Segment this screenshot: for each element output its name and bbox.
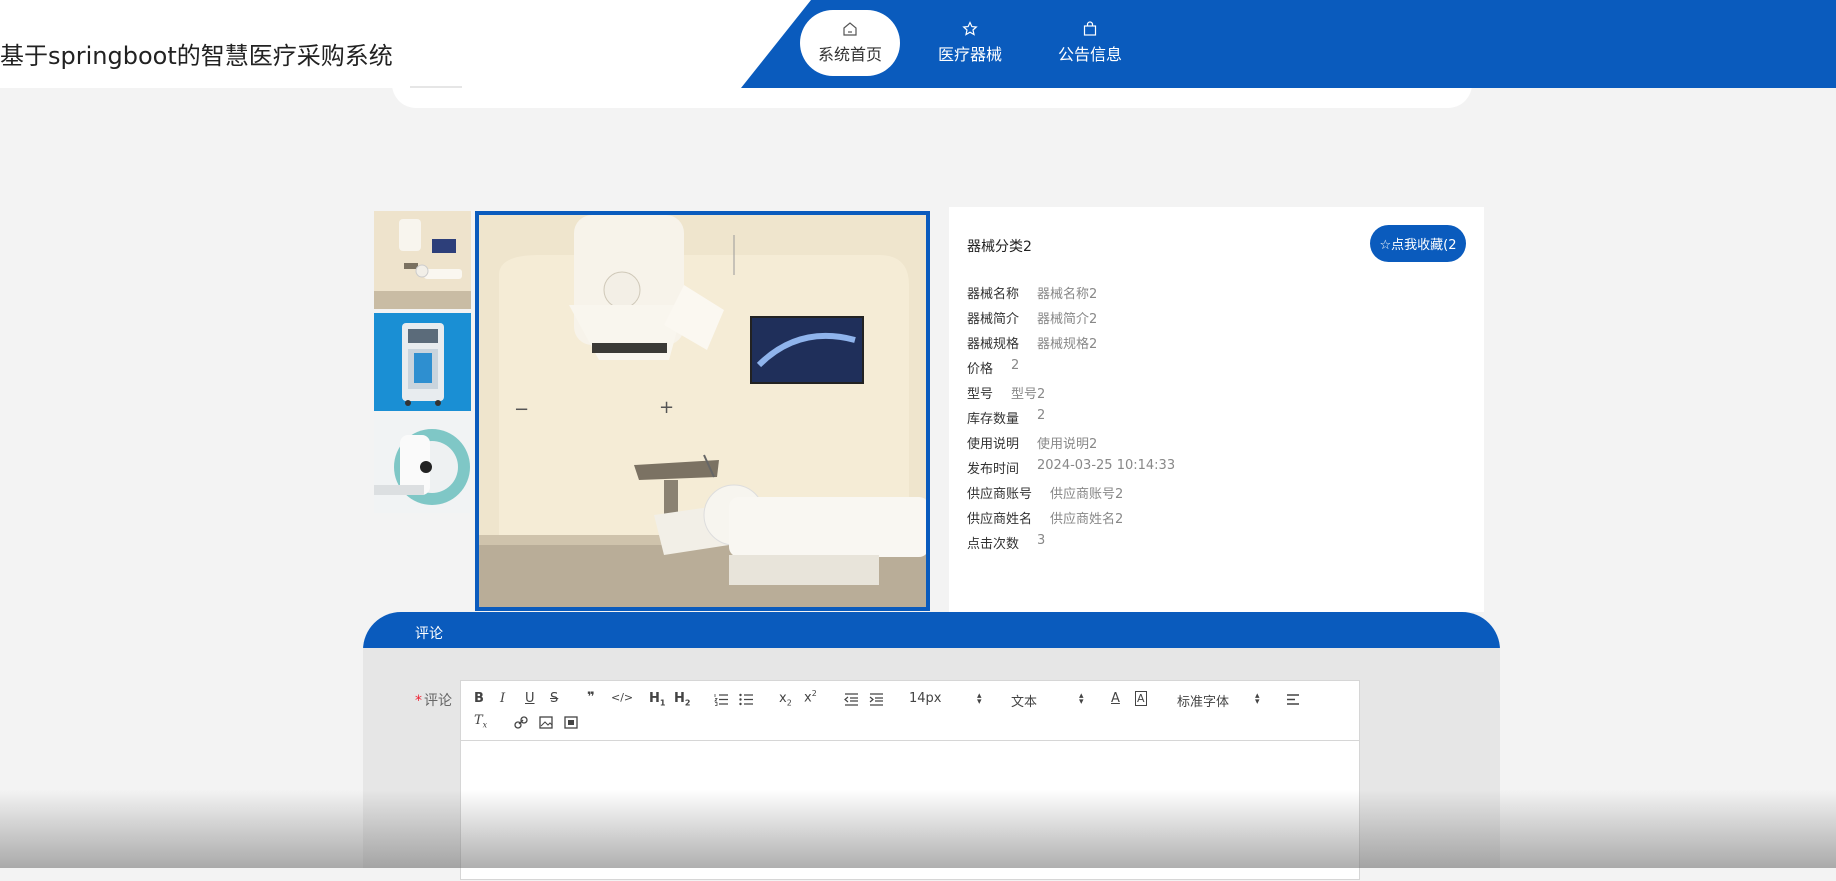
ordered-list-icon[interactable] <box>714 693 728 706</box>
image-icon[interactable] <box>539 716 553 729</box>
header-type-picker[interactable]: 文本 ▴ ▾ <box>1011 691 1091 711</box>
rich-text-editor: B I U S ❞ </> H1 H2 x2 x2 14px ▴ ▾ 文本 ▴ … <box>460 680 1360 880</box>
video-icon[interactable] <box>564 716 578 729</box>
subscript-button[interactable]: x2 <box>779 691 792 708</box>
nav-item-medical-devices[interactable]: 医疗器械 <box>920 10 1020 76</box>
nav-item-label: 医疗器械 <box>937 45 1002 64</box>
code-block-button[interactable]: </> <box>611 691 633 704</box>
site-title: 基于springboot的智慧医疗采购系统 <box>0 42 393 70</box>
field-supplier-account: 供应商账号 供应商账号2 <box>967 483 1175 508</box>
field-key: 器械简介 <box>967 312 1020 327</box>
field-value: 使用说明2 <box>1037 437 1098 452</box>
field-key: 使用说明 <box>967 437 1020 452</box>
bold-button[interactable]: B <box>474 691 484 706</box>
header-type-value: 文本 <box>1011 695 1038 710</box>
product-main-image[interactable]: − + <box>475 211 930 611</box>
header-1-button[interactable]: H1 <box>649 691 665 708</box>
underline-button[interactable]: U <box>525 691 535 706</box>
comment-label-text: 评论 <box>424 693 452 709</box>
superscript-button[interactable]: x2 <box>804 689 817 705</box>
nav-item-label: 系统首页 <box>817 45 882 64</box>
product-info-panel: 器械分类2 ☆点我收藏(2 器械名称 器械名称2 器械简介 器械简介2 器械规格… <box>949 207 1484 612</box>
comment-section-title: 评论 <box>415 626 443 642</box>
field-key: 发布时间 <box>967 462 1020 477</box>
field-key: 器械名称 <box>967 287 1020 302</box>
field-key: 供应商账号 <box>967 487 1033 502</box>
indent-icon[interactable] <box>869 693 883 706</box>
field-supplier-name: 供应商姓名 供应商姓名2 <box>967 508 1175 533</box>
strikethrough-button[interactable]: S <box>550 691 558 706</box>
field-key: 价格 <box>967 362 994 377</box>
field-stock: 库存数量 2 <box>967 408 1175 433</box>
font-size-picker[interactable]: 14px ▴ ▾ <box>909 691 989 707</box>
outdent-icon[interactable] <box>844 693 858 706</box>
link-icon[interactable] <box>514 716 528 729</box>
svg-text:−: − <box>514 399 529 420</box>
thumbnail-radiotherapy-room[interactable] <box>374 211 471 309</box>
product-category: 器械分类2 <box>967 239 1032 255</box>
font-family-picker[interactable]: 标准字体 ▴ ▾ <box>1177 691 1267 711</box>
field-device-intro: 器械简介 器械简介2 <box>967 308 1175 333</box>
picker-arrows-icon: ▴ ▾ <box>977 691 982 707</box>
field-device-spec: 器械规格 器械规格2 <box>967 333 1175 358</box>
field-key: 点击次数 <box>967 537 1020 552</box>
field-value: 供应商账号2 <box>1050 487 1124 502</box>
radiotherapy-room-image: − + <box>479 215 926 607</box>
svg-text:+: + <box>659 397 674 418</box>
main-nav: 系统首页 医疗器械 公告信息 <box>800 10 1160 76</box>
field-value: 供应商姓名2 <box>1050 512 1124 527</box>
header-2-button[interactable]: H2 <box>674 691 690 708</box>
align-left-icon[interactable] <box>1286 693 1300 706</box>
product-field-list: 器械名称 器械名称2 器械简介 器械简介2 器械规格 器械规格2 价格 2 型号… <box>967 283 1175 558</box>
bullet-list-icon[interactable] <box>739 693 753 706</box>
field-instructions: 使用说明 使用说明2 <box>967 433 1175 458</box>
nav-item-announcements[interactable]: 公告信息 <box>1040 10 1140 76</box>
field-value: 2024-03-25 10:14:33 <box>1037 458 1176 473</box>
field-model: 型号 型号2 <box>967 383 1175 408</box>
field-device-name: 器械名称 器械名称2 <box>967 283 1175 308</box>
nav-item-home[interactable]: 系统首页 <box>800 10 900 76</box>
comment-field-label: * 评论 <box>415 690 452 710</box>
home-icon <box>843 22 857 36</box>
editor-content-area[interactable] <box>461 741 1359 881</box>
required-mark: * <box>415 693 422 709</box>
field-key: 供应商姓名 <box>967 512 1033 527</box>
favorite-button[interactable]: ☆点我收藏(2 <box>1370 225 1466 262</box>
italic-button[interactable]: I <box>500 691 505 706</box>
field-value: 型号2 <box>1011 387 1046 402</box>
clear-format-button[interactable]: Tx <box>474 713 487 730</box>
field-key: 型号 <box>967 387 994 402</box>
field-click-count: 点击次数 3 <box>967 533 1175 558</box>
underlay-tab <box>410 86 462 88</box>
thumbnail-list <box>374 211 471 517</box>
field-value: 2 <box>1011 358 1020 373</box>
font-color-button[interactable]: A <box>1111 691 1120 706</box>
font-family-value: 标准字体 <box>1177 695 1230 710</box>
editor-toolbar: B I U S ❞ </> H1 H2 x2 x2 14px ▴ ▾ 文本 ▴ … <box>461 681 1359 741</box>
field-value: 2 <box>1037 408 1046 423</box>
background-color-button[interactable]: A <box>1135 691 1147 706</box>
shopping-bag-icon <box>1083 21 1097 36</box>
field-value: 器械名称2 <box>1037 287 1098 302</box>
comment-section-header: 评论 <box>363 612 1500 650</box>
thumbnail-medical-cart[interactable] <box>374 313 471 411</box>
picker-arrows-icon: ▴ ▾ <box>1079 691 1084 707</box>
font-size-value: 14px <box>909 691 942 706</box>
star-icon <box>962 21 978 36</box>
field-value: 3 <box>1037 533 1046 548</box>
blockquote-button[interactable]: ❞ <box>587 690 595 705</box>
nav-item-label: 公告信息 <box>1057 45 1122 64</box>
field-publish-time: 发布时间 2024-03-25 10:14:33 <box>967 458 1175 483</box>
field-key: 器械规格 <box>967 337 1020 352</box>
field-key: 库存数量 <box>967 412 1020 427</box>
thumbnail-ct-scanner[interactable] <box>374 415 471 513</box>
field-value: 器械简介2 <box>1037 312 1098 327</box>
picker-arrows-icon: ▴ ▾ <box>1255 691 1260 707</box>
field-value: 器械规格2 <box>1037 337 1098 352</box>
field-price: 价格 2 <box>967 358 1175 383</box>
